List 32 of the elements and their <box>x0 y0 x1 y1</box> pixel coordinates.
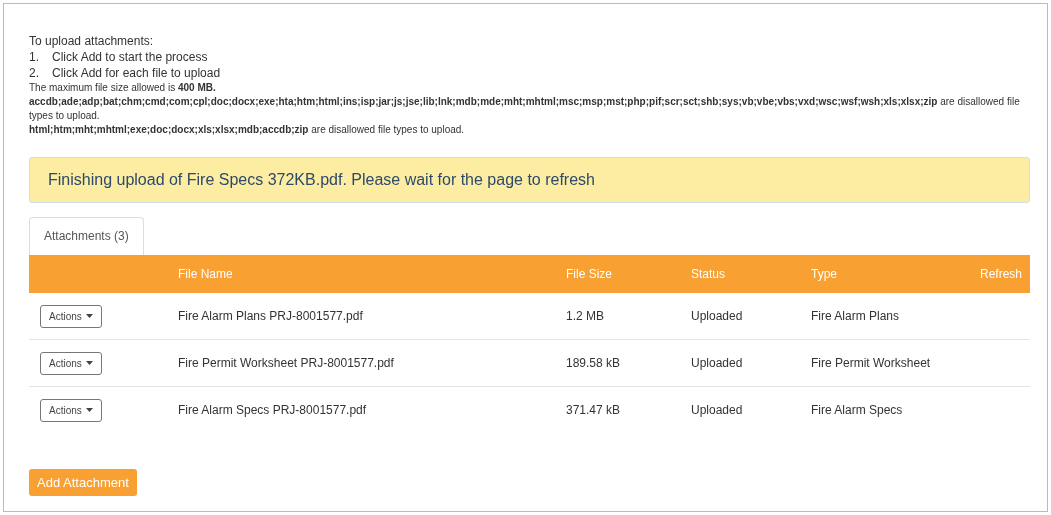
upload-alert: Finishing upload of Fire Specs 372KB.pdf. Please wait for the page to refresh <box>29 157 1030 203</box>
type-cell: Fire Permit Worksheet <box>803 339 962 387</box>
instructions-heading: To upload attachments: <box>29 33 155 49</box>
caret-icon <box>85 408 93 412</box>
step-number: 1. <box>29 49 40 65</box>
column-header: File Name <box>170 255 558 293</box>
column-header: Status <box>683 255 803 293</box>
upload-note: html;htm;mht;mhtml;exe;doc;docx;xls;xlsx;mdb;accdb;zip are disallowed file types to upload. <box>29 123 466 137</box>
status-cell: Uploaded <box>683 293 803 340</box>
attachments-tab[interactable]: Attachments (3) <box>29 217 144 255</box>
file-name-cell: Fire Alarm Plans PRJ-8001577.pdf <box>170 293 558 340</box>
upload-note: accdb;ade;adp;bat;chm;cmd;com;cpl;doc;docx;exe;hta;htm;html;ins;isp;jar;js;jse;lib;lnk;mdb;mde;mht;mhtml;msc;msp;mst;php;pif;scr;sct;shb;sys;vb;vbe;vbs;vxd;wsc;wsf;wsh;xls;xlsx;zip are disallowed file types to upload. <box>29 95 1021 123</box>
file-name-cell: Fire Permit Worksheet PRJ-8001577.pdf <box>170 339 558 387</box>
actions-dropdown[interactable]: Actions <box>40 351 102 375</box>
type-cell: Fire Alarm Specs <box>803 386 962 433</box>
step-text: Click Add for each file to upload <box>52 65 221 81</box>
column-header: Type <box>803 255 962 293</box>
status-cell: Uploaded <box>683 386 803 433</box>
upload-note: The maximum file size allowed is 400 MB. <box>29 81 217 95</box>
step-text: Click Add to start the process <box>52 49 208 65</box>
status-cell: Uploaded <box>683 339 803 387</box>
column-header: File Size <box>558 255 683 293</box>
step-number: 2. <box>29 65 40 81</box>
caret-icon <box>85 314 93 318</box>
file-size-cell: 189.58 kB <box>558 339 683 387</box>
file-size-cell: 1.2 MB <box>558 293 683 340</box>
actions-dropdown[interactable]: Actions <box>40 398 102 422</box>
file-size-cell: 371.47 kB <box>558 386 683 433</box>
type-cell: Fire Alarm Plans <box>803 293 962 340</box>
actions-dropdown[interactable]: Actions <box>40 304 102 328</box>
file-name-cell: Fire Alarm Specs PRJ-8001577.pdf <box>170 386 558 433</box>
caret-icon <box>85 361 93 365</box>
